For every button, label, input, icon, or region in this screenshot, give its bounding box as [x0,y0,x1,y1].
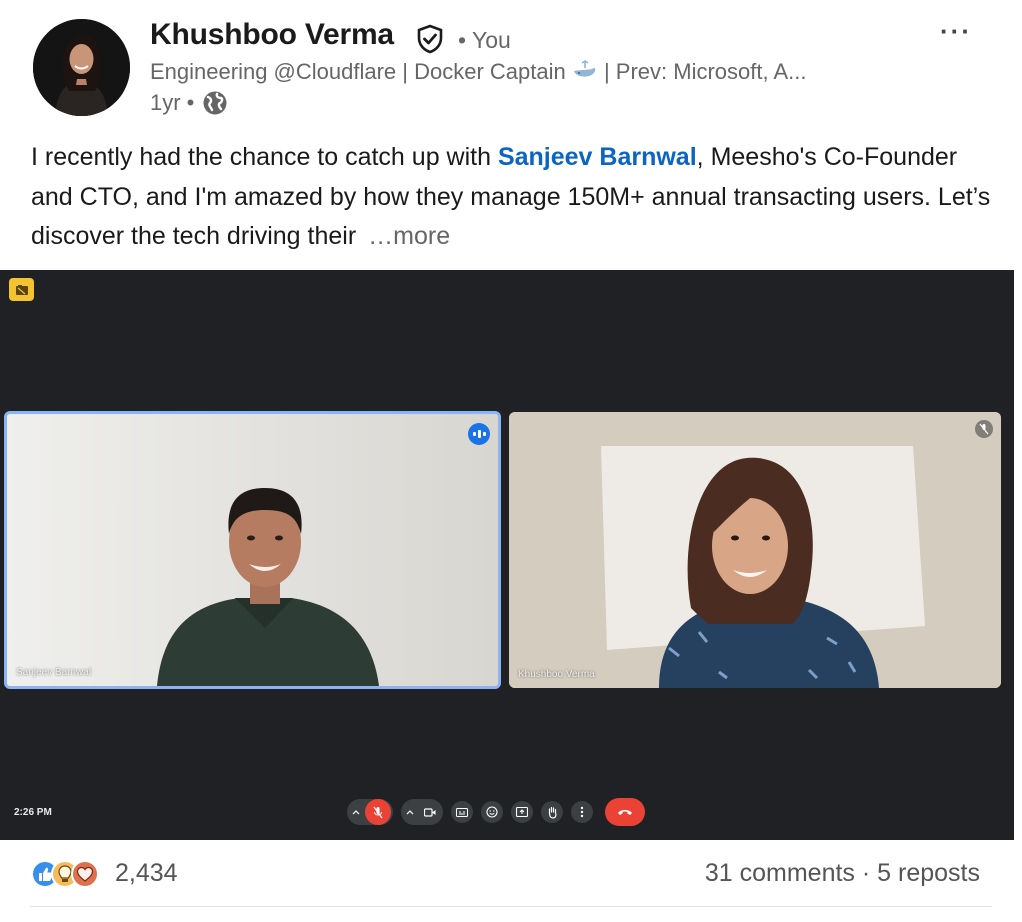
see-more-link[interactable]: …more [368,222,450,250]
love-icon [71,860,99,888]
mic-off-icon [975,420,993,438]
participant-video-frame [509,412,1001,688]
whale-icon [573,60,596,77]
globe-icon [203,91,227,115]
participant-video-frame [7,414,498,686]
author-name[interactable]: Khushboo Verma [150,18,394,52]
headline-text: Engineering @Cloudflare | Docker Captain [150,59,566,84]
mic-control-group[interactable] [347,799,393,825]
leave-call-button[interactable] [605,798,645,826]
author-avatar[interactable] [33,19,130,116]
verified-shield-icon [417,24,443,54]
headline-rest: | Prev: Microsoft, A... [603,59,807,84]
more-options-button[interactable]: ··· [940,18,972,44]
divider [30,906,992,907]
post-text-before: I recently had the chance to catch up wi… [31,143,498,171]
meeting-clock: 2:26 PM [14,807,52,818]
author-relation: • You [458,27,511,53]
reaction-count[interactable]: 2,434 [115,859,178,888]
post-header: Khushboo Verma • You Engineering @Cloudf… [0,0,1022,130]
post-time: 1yr • [150,90,195,115]
chevron-up-icon[interactable] [403,801,417,823]
speaking-indicator-icon [468,423,490,445]
more-options-icon[interactable] [571,801,593,823]
meeting-controls [347,796,645,828]
captions-button[interactable] [451,801,473,823]
recording-icon [9,278,34,301]
participant-tile-sanjeev[interactable]: Sanjeev Barnwal [4,411,501,689]
present-screen-button[interactable] [511,801,533,823]
author-headline: Engineering @Cloudflare | Docker Captain… [150,59,807,85]
camera-button[interactable] [419,801,441,823]
mic-off-button[interactable] [365,799,391,825]
post-meta: 1yr • [150,90,228,116]
social-counts-bar: 2,434 31 comments · 5 reposts [0,846,1022,902]
post-body: I recently had the chance to catch up wi… [31,138,991,257]
raise-hand-button[interactable] [541,801,563,823]
participant-name-label: Sanjeev Barnwal [16,667,92,678]
camera-control-group[interactable] [401,799,443,825]
comments-reposts-link[interactable]: 31 comments · 5 reposts [705,859,980,888]
reactions-icons[interactable] [30,858,110,890]
mention-link[interactable]: Sanjeev Barnwal [498,143,697,171]
chevron-up-icon[interactable] [349,801,363,823]
emoji-button[interactable] [481,801,503,823]
participant-name-label: Khushboo Verma [518,669,595,680]
post-video[interactable]: Sanjeev Barnwal Khushboo Verma 2:26 PM [0,270,1014,840]
participant-tile-khushboo[interactable]: Khushboo Verma [509,412,1001,688]
